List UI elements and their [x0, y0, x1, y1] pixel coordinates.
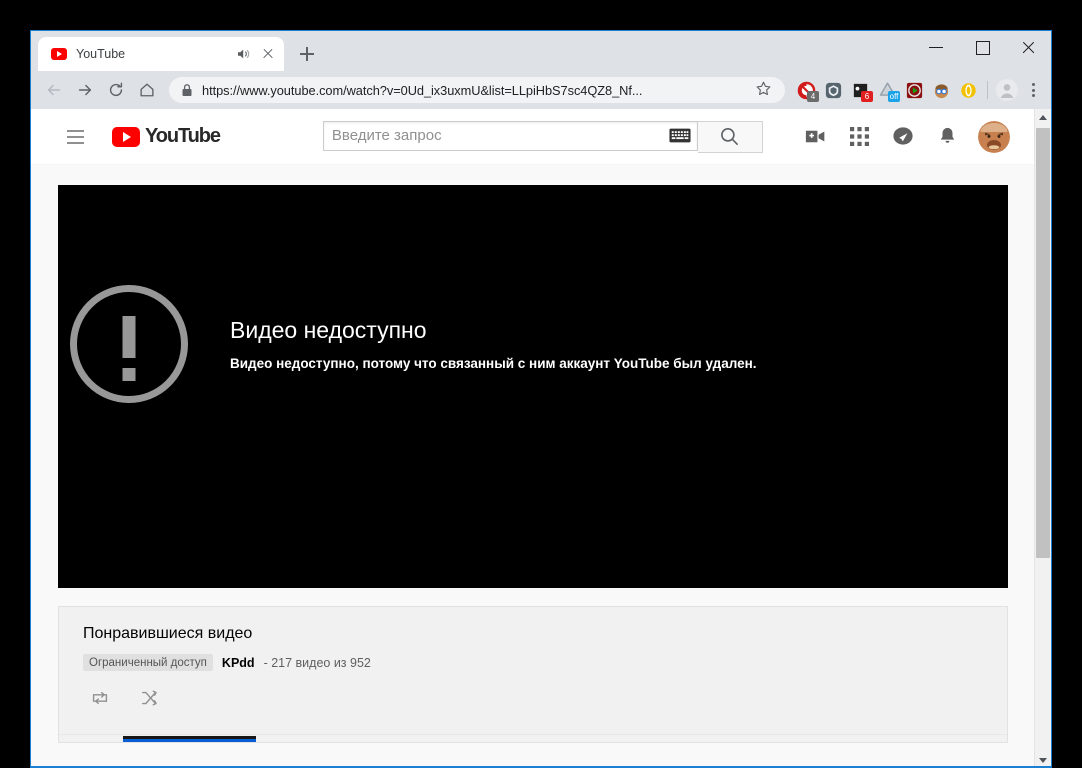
playlist-owner[interactable]: KPdd	[222, 656, 255, 670]
tab-close-icon[interactable]	[260, 46, 276, 62]
content-viewport: YouTube Введите запрос Видео недоступно …	[31, 109, 1051, 768]
youtube-logo[interactable]: YouTube	[112, 125, 221, 148]
chrome-menu-icon[interactable]	[1021, 77, 1045, 103]
home-icon[interactable]	[132, 75, 162, 105]
maximize-button[interactable]	[959, 31, 1005, 63]
new-tab-button[interactable]	[293, 40, 321, 68]
desktop-backdrop: YouTube https://www.youtube.com/watch?v=…	[0, 0, 1082, 768]
adblock-extension-icon[interactable]: 4	[793, 77, 819, 103]
player-error-message: Видео недоступно Видео недоступно, потом…	[70, 285, 757, 403]
minimize-button[interactable]	[913, 31, 959, 63]
youtube-masthead: YouTube	[31, 109, 1034, 165]
loop-icon[interactable]	[87, 685, 113, 711]
player-wrapper: Видео недоступно Видео недоступно, потом…	[31, 165, 1034, 588]
search-icon	[721, 128, 739, 145]
search-input[interactable]	[331, 127, 667, 144]
notes-badge: 6	[861, 91, 873, 102]
youtube-page: YouTube Введите запрос Видео недоступно …	[31, 109, 1034, 768]
tab-strip: YouTube	[31, 31, 1051, 71]
create-video-icon[interactable]	[802, 124, 828, 150]
hamburger-menu-icon[interactable]	[55, 117, 95, 157]
reload-icon[interactable]	[101, 75, 131, 105]
forward-arrow-icon[interactable]	[70, 75, 100, 105]
window-controls	[913, 31, 1051, 71]
video-downloader-extension-icon[interactable]	[901, 77, 927, 103]
vpn-badge: off	[888, 91, 900, 102]
vpn-extension-icon[interactable]: off	[874, 77, 900, 103]
opera-extension-icon[interactable]	[955, 77, 981, 103]
notifications-bell-icon[interactable]	[934, 124, 960, 150]
playlist-item-thumbnail[interactable]	[123, 736, 256, 742]
youtube-logo-text: YouTube	[145, 125, 221, 147]
playlist-title: Понравившиеся видео	[83, 625, 253, 642]
error-subtitle: Видео недоступно, потому что связанный с…	[230, 356, 757, 371]
user-avatar[interactable]	[978, 120, 1010, 153]
close-button[interactable]	[1005, 31, 1051, 63]
youtube-favicon	[51, 46, 67, 62]
playlist-first-item[interactable]	[59, 734, 1007, 742]
back-arrow-icon[interactable]	[39, 75, 69, 105]
page-scrollbar[interactable]	[1034, 109, 1051, 768]
browser-window: YouTube https://www.youtube.com/watch?v=…	[30, 30, 1052, 768]
notes-extension-icon[interactable]: 6	[847, 77, 873, 103]
search-area	[322, 120, 763, 153]
browser-toolbar: https://www.youtube.com/watch?v=0Ud_ix3u…	[31, 71, 1051, 109]
error-title: Видео недоступно	[230, 317, 427, 343]
video-player[interactable]: Видео недоступно Видео недоступно, потом…	[58, 185, 1008, 588]
playlist-panel: Понравившиеся видео Ограниченный доступ …	[58, 606, 1008, 743]
error-text-block: Видео недоступно Видео недоступно, потом…	[230, 317, 757, 371]
messages-icon[interactable]	[890, 124, 916, 150]
scrollbar-thumb[interactable]	[1036, 128, 1050, 558]
adblock-badge: 4	[807, 91, 819, 102]
profile-avatar-icon[interactable]	[994, 77, 1020, 103]
ghostery-extension-icon[interactable]	[820, 77, 846, 103]
user-agent-extension-icon[interactable]	[928, 77, 954, 103]
toolbar-separator	[987, 81, 988, 99]
playlist-meta: Ограниченный доступ KPdd - 217 видео из …	[83, 654, 983, 671]
search-button[interactable]	[697, 120, 763, 153]
youtube-play-icon	[112, 126, 140, 147]
masthead-buttons	[802, 120, 1018, 153]
star-icon[interactable]	[755, 80, 775, 100]
address-bar[interactable]: https://www.youtube.com/watch?v=0Ud_ix3u…	[169, 77, 785, 103]
playlist-privacy-badge: Ограниченный доступ	[83, 654, 213, 671]
browser-tab-youtube[interactable]: YouTube	[38, 37, 284, 71]
tab-title: YouTube	[76, 47, 126, 61]
shuffle-icon[interactable]	[137, 685, 163, 711]
lock-icon	[181, 83, 193, 97]
keyboard-icon[interactable]	[667, 126, 693, 146]
url-text: https://www.youtube.com/watch?v=0Ud_ix3u…	[202, 82, 643, 98]
search-input-wrapper[interactable]	[322, 120, 698, 151]
playlist-controls	[83, 685, 983, 711]
apps-grid-icon[interactable]	[846, 124, 872, 150]
playlist-count: - 217 видео из 952	[263, 655, 371, 670]
exclamation-circle-icon	[70, 285, 188, 403]
scroll-up-button[interactable]	[1035, 109, 1051, 126]
speaker-playing-icon[interactable]	[235, 46, 251, 62]
